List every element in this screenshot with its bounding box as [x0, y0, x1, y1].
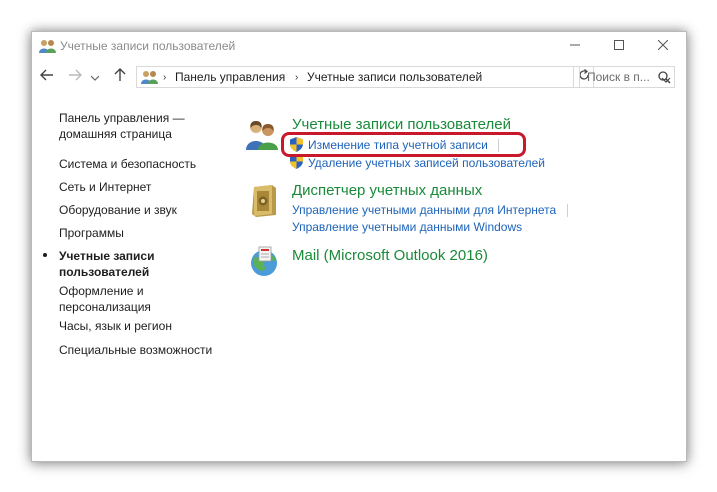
category-title-user-accounts[interactable]: Учетные записи пользователей	[292, 116, 511, 133]
credential-vault-icon[interactable]	[250, 185, 278, 222]
sidebar-item-appearance-line1[interactable]: Оформление и	[59, 283, 144, 299]
breadcrumb-user-accounts[interactable]: Учетные записи пользователей	[307, 70, 482, 84]
mail-globe-icon[interactable]	[248, 245, 280, 282]
search-input[interactable]: Поиск в п...	[579, 66, 675, 88]
forward-arrow-icon	[68, 68, 82, 86]
breadcrumb-separator-icon[interactable]: ›	[163, 72, 166, 83]
sidebar-item-home-line2[interactable]: домашняя страница	[59, 126, 172, 142]
back-button[interactable]	[38, 68, 56, 86]
control-panel-window: Учетные записи пользователей › Панель уп…	[31, 31, 687, 462]
maximize-button[interactable]	[596, 32, 642, 60]
close-button[interactable]	[640, 32, 686, 60]
users-icon	[141, 70, 159, 84]
sidebar-item-user-accounts-line1[interactable]: Учетные записи	[59, 248, 154, 264]
maximize-icon	[614, 37, 624, 55]
minimize-icon	[570, 37, 580, 55]
category-title-mail[interactable]: Mail (Microsoft Outlook 2016)	[292, 247, 488, 264]
sidebar-item-user-accounts-line2[interactable]: пользователей	[59, 264, 149, 280]
up-button[interactable]	[111, 67, 129, 87]
link-web-credentials[interactable]: Управление учетными данными для Интернет…	[292, 203, 556, 217]
breadcrumb-separator-icon[interactable]: ›	[295, 72, 298, 83]
minimize-button[interactable]	[552, 32, 598, 60]
chevron-down-icon	[90, 68, 100, 86]
back-arrow-icon	[40, 68, 54, 86]
sidebar-item-programs[interactable]: Программы	[59, 225, 124, 241]
forward-button[interactable]	[66, 68, 84, 86]
sidebar-item-appearance-line2[interactable]: персонализация	[59, 299, 151, 315]
sidebar-item-home-line1[interactable]: Панель управления —	[59, 110, 185, 126]
link-windows-credentials[interactable]: Управление учетными данными Windows	[292, 220, 522, 234]
up-arrow-icon	[114, 67, 126, 87]
breadcrumb-control-panel[interactable]: Панель управления	[175, 70, 285, 84]
category-title-credential-manager[interactable]: Диспетчер учетных данных	[292, 182, 482, 199]
highlight-annotation	[281, 132, 526, 157]
users-icon	[39, 39, 57, 53]
sidebar-item-accessibility[interactable]: Специальные возможности	[59, 342, 212, 358]
users-icon[interactable]	[246, 118, 280, 155]
recent-locations-button[interactable]	[89, 68, 101, 86]
search-placeholder: Поиск в п...	[587, 70, 650, 84]
uac-shield-icon	[290, 154, 303, 174]
search-icon[interactable]	[658, 71, 671, 84]
sidebar-item-hardware[interactable]: Оборудование и звук	[59, 202, 177, 218]
sidebar-item-network[interactable]: Сеть и Интернет	[59, 179, 151, 195]
active-item-bullet	[43, 253, 47, 257]
link-remove-user-accounts[interactable]: Удаление учетных записей пользователей	[308, 156, 545, 170]
close-icon	[657, 37, 669, 55]
sidebar-item-clock-region[interactable]: Часы, язык и регион	[59, 318, 172, 334]
title-bar[interactable]: Учетные записи пользователей	[32, 32, 686, 60]
address-bar[interactable]: › Панель управления › Учетные записи пол…	[136, 66, 671, 88]
navigation-bar: › Панель управления › Учетные записи пол…	[32, 64, 686, 90]
window-title: Учетные записи пользователей	[60, 39, 236, 53]
sidebar-item-security[interactable]: Система и безопасность	[59, 156, 196, 172]
link-separator	[567, 204, 568, 217]
